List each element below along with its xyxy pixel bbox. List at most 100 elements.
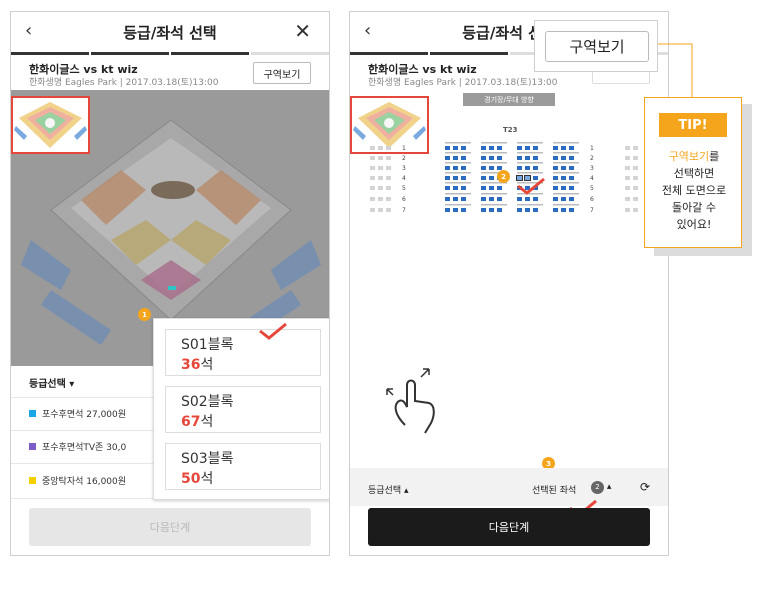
- seat[interactable]: [553, 208, 558, 212]
- stage-direction-label: 경기장/무대 방향: [463, 93, 555, 106]
- seat[interactable]: [569, 166, 574, 170]
- seat-unavailable: [625, 156, 630, 160]
- seat[interactable]: [445, 166, 450, 170]
- seat[interactable]: [453, 186, 458, 190]
- seat[interactable]: [461, 197, 466, 201]
- seat[interactable]: [569, 197, 574, 201]
- grade-row-2[interactable]: 포수후면석TV존 30,0: [29, 440, 126, 453]
- seat[interactable]: [525, 156, 530, 160]
- seat[interactable]: [525, 208, 530, 212]
- seat[interactable]: [461, 146, 466, 150]
- seat[interactable]: [445, 156, 450, 160]
- seat[interactable]: [525, 197, 530, 201]
- seat[interactable]: [453, 197, 458, 201]
- seat[interactable]: [497, 208, 502, 212]
- seat[interactable]: [481, 146, 486, 150]
- seat[interactable]: [489, 166, 494, 170]
- seat[interactable]: [553, 146, 558, 150]
- block-option-s01[interactable]: S01블록 36석: [165, 329, 321, 376]
- seat[interactable]: [481, 208, 486, 212]
- seat[interactable]: [489, 197, 494, 201]
- seat[interactable]: [481, 186, 486, 190]
- minimap[interactable]: [11, 96, 90, 154]
- seat[interactable]: [561, 146, 566, 150]
- seat[interactable]: [517, 146, 522, 150]
- zone-view-button-zoomed[interactable]: 구역보기: [545, 31, 649, 62]
- grade-row-3[interactable]: 중앙탁자석 16,000원: [29, 474, 126, 487]
- seat[interactable]: [445, 176, 450, 180]
- seat[interactable]: [561, 197, 566, 201]
- seat[interactable]: [569, 156, 574, 160]
- back-icon[interactable]: ‹: [364, 20, 371, 41]
- seat[interactable]: [517, 156, 522, 160]
- seat[interactable]: [481, 176, 486, 180]
- seat[interactable]: [553, 166, 558, 170]
- refresh-icon[interactable]: ⟳: [640, 480, 650, 494]
- seat[interactable]: [461, 208, 466, 212]
- seat[interactable]: [489, 186, 494, 190]
- grade-select-header[interactable]: 등급선택 ▾: [29, 375, 74, 390]
- seat[interactable]: [533, 146, 538, 150]
- seat[interactable]: [553, 186, 558, 190]
- seat[interactable]: [561, 166, 566, 170]
- seat[interactable]: [445, 208, 450, 212]
- seat[interactable]: [453, 176, 458, 180]
- seat-map[interactable]: T23 1 1 2 2 3 3 4 4 5 5 6 6 7 7: [350, 108, 668, 276]
- seat[interactable]: [525, 166, 530, 170]
- seat[interactable]: [533, 197, 538, 201]
- seat[interactable]: [553, 156, 558, 160]
- seat[interactable]: [461, 186, 466, 190]
- back-icon[interactable]: ‹: [25, 20, 32, 41]
- seat[interactable]: [497, 146, 502, 150]
- seat[interactable]: [497, 197, 502, 201]
- selected-seats-label[interactable]: 선택된 좌석: [532, 483, 576, 496]
- zone-view-button[interactable]: 구역보기: [253, 62, 311, 84]
- seat[interactable]: [481, 156, 486, 160]
- seat[interactable]: [461, 176, 466, 180]
- seat[interactable]: [525, 146, 530, 150]
- seat[interactable]: [489, 146, 494, 150]
- seat[interactable]: [497, 186, 502, 190]
- seat[interactable]: [517, 197, 522, 201]
- seat[interactable]: [489, 156, 494, 160]
- next-step-button[interactable]: 다음단계: [29, 508, 311, 546]
- seat[interactable]: [453, 156, 458, 160]
- grade-select-toggle[interactable]: 등급선택 ▴: [368, 483, 409, 496]
- seat[interactable]: [561, 156, 566, 160]
- seat[interactable]: [445, 197, 450, 201]
- next-step-button[interactable]: 다음단계: [368, 508, 650, 546]
- block-seat-count: 36석: [181, 357, 214, 373]
- seat[interactable]: [533, 208, 538, 212]
- seat[interactable]: [461, 156, 466, 160]
- seat-unavailable: [386, 176, 391, 180]
- seat[interactable]: [553, 176, 558, 180]
- seat[interactable]: [489, 208, 494, 212]
- seat[interactable]: [553, 197, 558, 201]
- seat[interactable]: [561, 176, 566, 180]
- seat[interactable]: [561, 208, 566, 212]
- seat[interactable]: [453, 146, 458, 150]
- seat[interactable]: [517, 166, 522, 170]
- seat[interactable]: [489, 176, 494, 180]
- seat[interactable]: [533, 156, 538, 160]
- seat[interactable]: [497, 156, 502, 160]
- seat[interactable]: [533, 166, 538, 170]
- block-option-s03[interactable]: S03블록 50석: [165, 443, 321, 490]
- seat[interactable]: [445, 186, 450, 190]
- seat-unavailable: [633, 166, 638, 170]
- seat[interactable]: [517, 208, 522, 212]
- seat[interactable]: [481, 166, 486, 170]
- seat[interactable]: [569, 186, 574, 190]
- seat[interactable]: [569, 176, 574, 180]
- block-option-s02[interactable]: S02블록 67석: [165, 386, 321, 433]
- seat[interactable]: [453, 208, 458, 212]
- seat[interactable]: [561, 186, 566, 190]
- grade-row-1[interactable]: 포수후면석 27,000원: [29, 407, 126, 420]
- seat[interactable]: [569, 146, 574, 150]
- seat[interactable]: [453, 166, 458, 170]
- seat[interactable]: [481, 197, 486, 201]
- close-icon[interactable]: ✕: [294, 19, 311, 43]
- seat[interactable]: [445, 146, 450, 150]
- seat[interactable]: [461, 166, 466, 170]
- seat[interactable]: [569, 208, 574, 212]
